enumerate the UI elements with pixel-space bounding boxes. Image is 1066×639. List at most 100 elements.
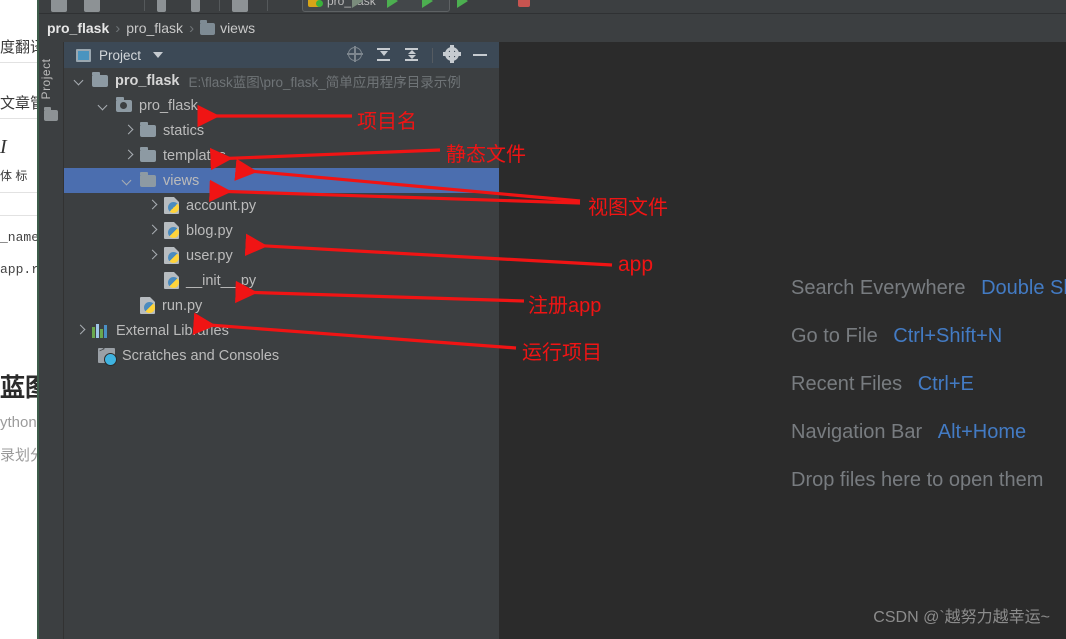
breadcrumb-separator-1: ›	[189, 19, 195, 37]
tree-row-scratches-and-consoles[interactable]: Scratches and Consoles	[64, 343, 499, 368]
chevron-down-icon[interactable]	[122, 175, 133, 186]
bg-fragment-0: 度翻译	[0, 39, 37, 56]
csdn-watermark: CSDN @`越努力越幸运~	[873, 609, 1050, 626]
open-project-icon[interactable]	[51, 0, 67, 12]
project-path-hint: E:\flask蓝图\pro_flask_简单应用程序目录示例	[188, 74, 461, 90]
folder-icon	[200, 20, 216, 35]
copy-icon[interactable]	[232, 0, 248, 12]
shortcut-label: Navigation Bar	[791, 421, 923, 443]
tree-row-user-py[interactable]: user.py	[64, 243, 499, 268]
chevron-down-icon[interactable]	[74, 75, 85, 86]
libraries-icon	[92, 323, 109, 338]
bg-fragment-1: 文章管	[0, 95, 37, 112]
folder-icon[interactable]	[44, 107, 58, 121]
project-panel-header: Project	[64, 42, 499, 68]
profile-button-icon[interactable]	[457, 0, 468, 8]
shortcut-label: Recent Files	[791, 373, 903, 395]
chevron-right-icon[interactable]	[146, 200, 157, 211]
tree-row-init-py[interactable]: __init__.py	[64, 268, 499, 293]
breadcrumb-separator-0: ›	[115, 19, 121, 37]
project-panel-title: Project	[99, 47, 142, 63]
bg-fragment-5: app.r	[0, 262, 37, 277]
tree-label: External Libraries	[116, 322, 229, 339]
shortcut-row-navigation-bar: Navigation Bar Alt+Home	[791, 421, 1026, 444]
collapse-all-icon[interactable]	[376, 47, 392, 63]
tree-label: views	[163, 172, 200, 189]
breadcrumb-item-1[interactable]: pro_flask	[126, 20, 183, 36]
settings-gear-icon[interactable]	[445, 47, 461, 63]
shortcut-key: Alt+Home	[937, 421, 1027, 443]
stop-button-icon[interactable]	[518, 0, 530, 7]
tree-label: statics	[163, 122, 205, 139]
undo-icon[interactable]	[157, 0, 166, 12]
bg-fragment-4: _name	[0, 230, 37, 245]
shortcut-label: Drop files here to open them	[791, 469, 1044, 491]
chevron-right-icon[interactable]	[122, 125, 133, 136]
tree-row-account-py[interactable]: account.py	[64, 193, 499, 218]
debug-button-icon[interactable]	[387, 0, 398, 8]
bg-fragment-8: 录划分	[0, 447, 37, 464]
coverage-button-icon[interactable]	[422, 0, 433, 8]
expand-all-icon[interactable]	[404, 47, 420, 63]
tree-label: run.py	[162, 297, 203, 314]
shortcut-row-drop-files: Drop files here to open them	[791, 469, 1043, 492]
bg-fragment-3: 体 标	[0, 169, 28, 183]
tree-label: blog.py	[186, 222, 233, 239]
shortcut-key: Ctrl+Shift+N	[893, 325, 1003, 347]
breadcrumb: pro_flask › pro_flask › views	[39, 14, 1066, 42]
tree-label: user.py	[186, 247, 233, 264]
python-file-icon	[140, 297, 155, 314]
chevron-right-icon[interactable]	[146, 250, 157, 261]
tree-label: templates	[163, 147, 226, 164]
background-window: 度翻译 文章管 I 体 标 _name app.r 蓝图 ython 录划分	[0, 0, 37, 639]
scratches-icon	[98, 345, 117, 366]
bg-fragment-7: ython	[0, 414, 37, 431]
python-file-icon	[164, 272, 179, 289]
ide-window: pro_flask pro_flask › pro_flask › views …	[37, 0, 1066, 639]
shortcut-label: Go to File	[791, 325, 878, 347]
main-toolbar: pro_flask	[39, 0, 1066, 14]
tool-window-strip: Project	[39, 42, 64, 639]
chevron-right-icon[interactable]	[74, 325, 85, 336]
hide-panel-icon[interactable]	[473, 47, 489, 63]
project-tree: pro_flask E:\flask蓝图\pro_flask_简单应用程序目录示…	[64, 68, 499, 639]
tree-row-templates[interactable]: templates	[64, 143, 499, 168]
chevron-right-icon[interactable]	[146, 225, 157, 236]
run-button-icon[interactable]	[352, 0, 363, 8]
tree-row-pro-flask-root[interactable]: pro_flask E:\flask蓝图\pro_flask_简单应用程序目录示…	[64, 68, 499, 93]
toolbar-separator-2	[219, 0, 220, 11]
tree-label: Scratches and Consoles	[122, 347, 280, 364]
run-config-status-dot	[316, 0, 323, 7]
folder-icon	[140, 171, 156, 187]
save-all-icon[interactable]	[84, 0, 100, 12]
breadcrumb-item-0[interactable]: pro_flask	[47, 20, 109, 36]
module-folder-icon	[116, 96, 132, 112]
tree-label: pro_flask	[115, 72, 180, 89]
project-view-icon	[76, 48, 91, 62]
editor-empty-state: Search Everywhere Double Shift Go to Fil…	[499, 42, 1066, 639]
chevron-down-icon[interactable]	[98, 100, 109, 111]
python-file-icon	[164, 222, 179, 239]
breadcrumb-item-2[interactable]: views	[220, 20, 255, 36]
shortcut-key: Double Shift	[981, 277, 1066, 299]
tool-window-button-project[interactable]: Project	[39, 53, 53, 105]
chevron-right-icon[interactable]	[122, 150, 133, 161]
tree-row-external-libraries[interactable]: External Libraries	[64, 318, 499, 343]
chevron-down-icon[interactable]	[153, 52, 164, 58]
shortcut-key: Ctrl+E	[917, 373, 974, 395]
project-tool-window: Project pro_flask E:\flask蓝图\pro_flask_简…	[64, 42, 499, 639]
tree-row-statics[interactable]: statics	[64, 118, 499, 143]
python-file-icon	[164, 247, 179, 264]
select-opened-file-icon[interactable]	[348, 47, 364, 63]
tree-label: account.py	[186, 197, 257, 214]
folder-icon	[140, 146, 156, 162]
tree-row-blog-py[interactable]: blog.py	[64, 218, 499, 243]
tree-row-pro-flask-module[interactable]: pro_flask	[64, 93, 499, 118]
screenshot-root: 度翻译 文章管 I 体 标 _name app.r 蓝图 ython 录划分 p…	[0, 0, 1066, 639]
tree-label: __init__.py	[186, 272, 257, 289]
folder-icon	[140, 121, 156, 137]
tree-row-run-py[interactable]: run.py	[64, 293, 499, 318]
panel-action-divider	[432, 47, 433, 63]
tree-row-views[interactable]: views	[64, 168, 499, 193]
redo-icon[interactable]	[191, 0, 200, 12]
